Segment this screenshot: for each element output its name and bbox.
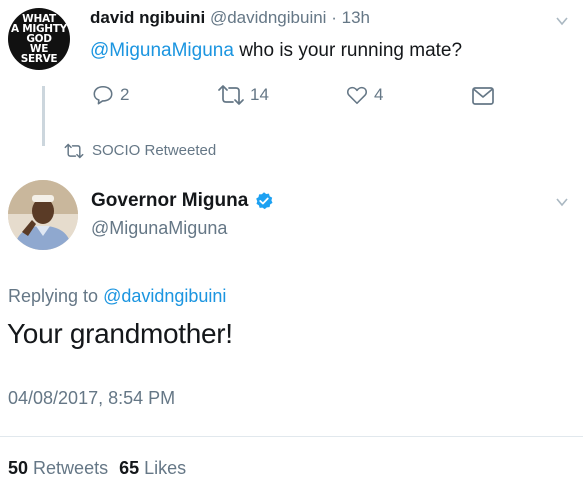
tweet-body: Your grandmother! (7, 318, 233, 349)
reply-count: 2 (120, 85, 130, 104)
tweet-header: david ngibuini @davidngibuini · 13h (90, 8, 370, 28)
retweet-button[interactable]: 14 (218, 84, 269, 106)
chevron-down-icon[interactable] (556, 15, 568, 27)
author-name[interactable]: Governor Miguna (91, 190, 248, 212)
direct-message-button[interactable] (471, 86, 495, 106)
profile-photo (8, 180, 78, 250)
like-count: 4 (374, 85, 384, 104)
envelope-icon (472, 87, 494, 105)
mention-link[interactable]: @MigunaMiguna (90, 40, 234, 61)
author-handle[interactable]: @davidngibuini (210, 8, 327, 27)
author-handle[interactable]: @MigunaMiguna (91, 218, 227, 239)
retweet-count: 14 (250, 85, 269, 104)
like-stat-label[interactable]: Likes (144, 458, 186, 478)
replying-handle-link[interactable]: @davidngibuini (103, 286, 226, 306)
like-button[interactable]: 4 (346, 84, 383, 106)
replying-prefix: Replying to (8, 286, 104, 306)
author-name-row: Governor Miguna (91, 190, 274, 212)
retweet-icon (64, 143, 84, 158)
retweet-banner-text[interactable]: SOCIO Retweeted (92, 142, 216, 159)
retweet-stat-count[interactable]: 50 (8, 458, 28, 478)
chevron-down-icon[interactable] (556, 196, 568, 208)
heart-icon (347, 86, 367, 105)
tweet-text: @MigunaMiguna who is your running mate? (90, 40, 462, 62)
separator: · (331, 8, 337, 27)
avatar-text-line: SERVE (20, 53, 58, 65)
avatar[interactable] (8, 180, 78, 250)
reply-icon (93, 85, 113, 105)
tweet-body: who is your running mate? (233, 40, 463, 61)
verified-badge-icon (256, 192, 273, 210)
avatar[interactable]: WHAT A MIGHTY GOD WE SERVE (8, 8, 70, 70)
tweet-stats: 50 Retweets 65 Likes (8, 458, 186, 479)
retweet-stat-label[interactable]: Retweets (33, 458, 108, 478)
thread-connector (42, 86, 45, 146)
retweet-banner: SOCIO Retweeted (64, 142, 216, 159)
author-name[interactable]: david ngibuini (90, 8, 205, 27)
tweet-timestamp[interactable]: 04/08/2017, 8:54 PM (8, 388, 175, 409)
like-stat-count[interactable]: 65 (119, 458, 139, 478)
reply-button[interactable]: 2 (92, 84, 129, 106)
tweet-time[interactable]: 13h (342, 8, 370, 27)
replying-to: Replying to @davidngibuini (8, 286, 226, 307)
divider (0, 436, 583, 437)
retweet-icon (218, 85, 244, 105)
